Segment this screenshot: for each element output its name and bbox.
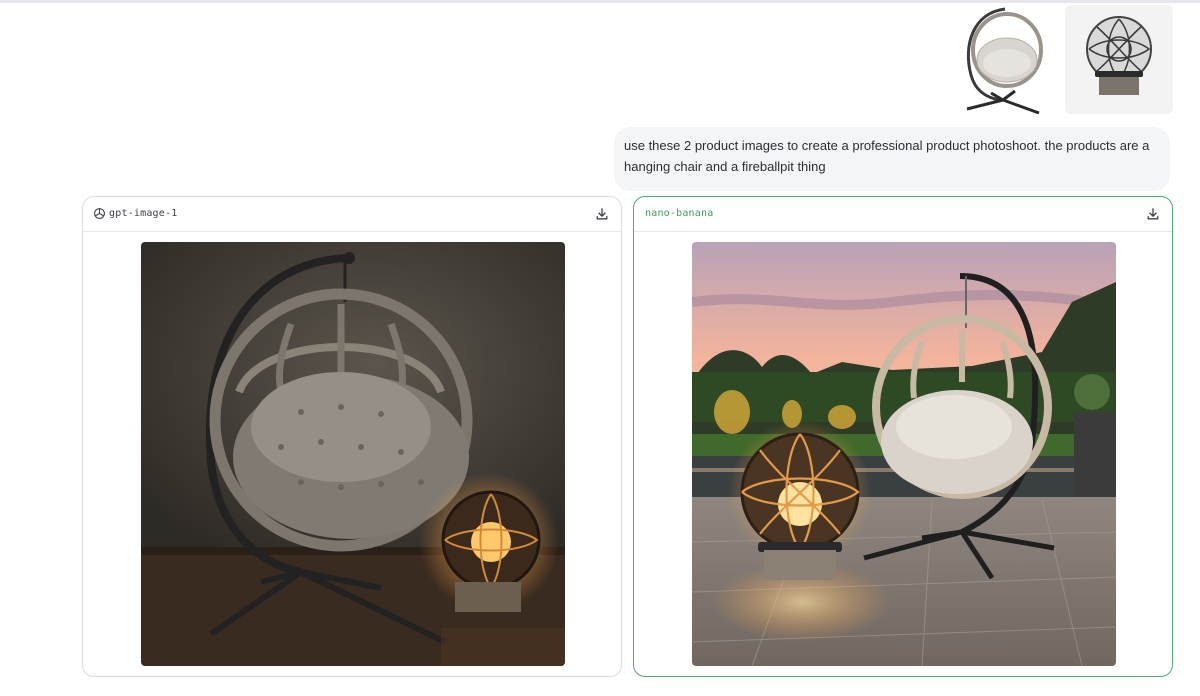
result-panel-gpt-image-1: gpt-image-1 [82, 196, 622, 677]
top-divider [0, 0, 1200, 3]
openai-logo-icon [94, 208, 105, 219]
user-message-bubble: use these 2 product images to create a p… [614, 127, 1170, 191]
panel-header: nano-banana [634, 197, 1172, 232]
download-icon[interactable] [595, 207, 609, 221]
result-panel-nano-banana: nano-banana [633, 196, 1173, 677]
user-message-text: use these 2 product images to create a p… [624, 138, 1150, 174]
model-label: nano-banana [645, 208, 714, 219]
model-label: gpt-image-1 [109, 208, 178, 219]
panel-header: gpt-image-1 [83, 197, 621, 232]
generated-image-gpt-image-1[interactable] [141, 242, 565, 666]
attachment-fireball-thumbnail[interactable] [1065, 5, 1173, 114]
download-icon[interactable] [1146, 207, 1160, 221]
attachment-hanging-chair-thumbnail[interactable] [955, 5, 1063, 114]
generated-image-nano-banana[interactable] [692, 242, 1116, 666]
